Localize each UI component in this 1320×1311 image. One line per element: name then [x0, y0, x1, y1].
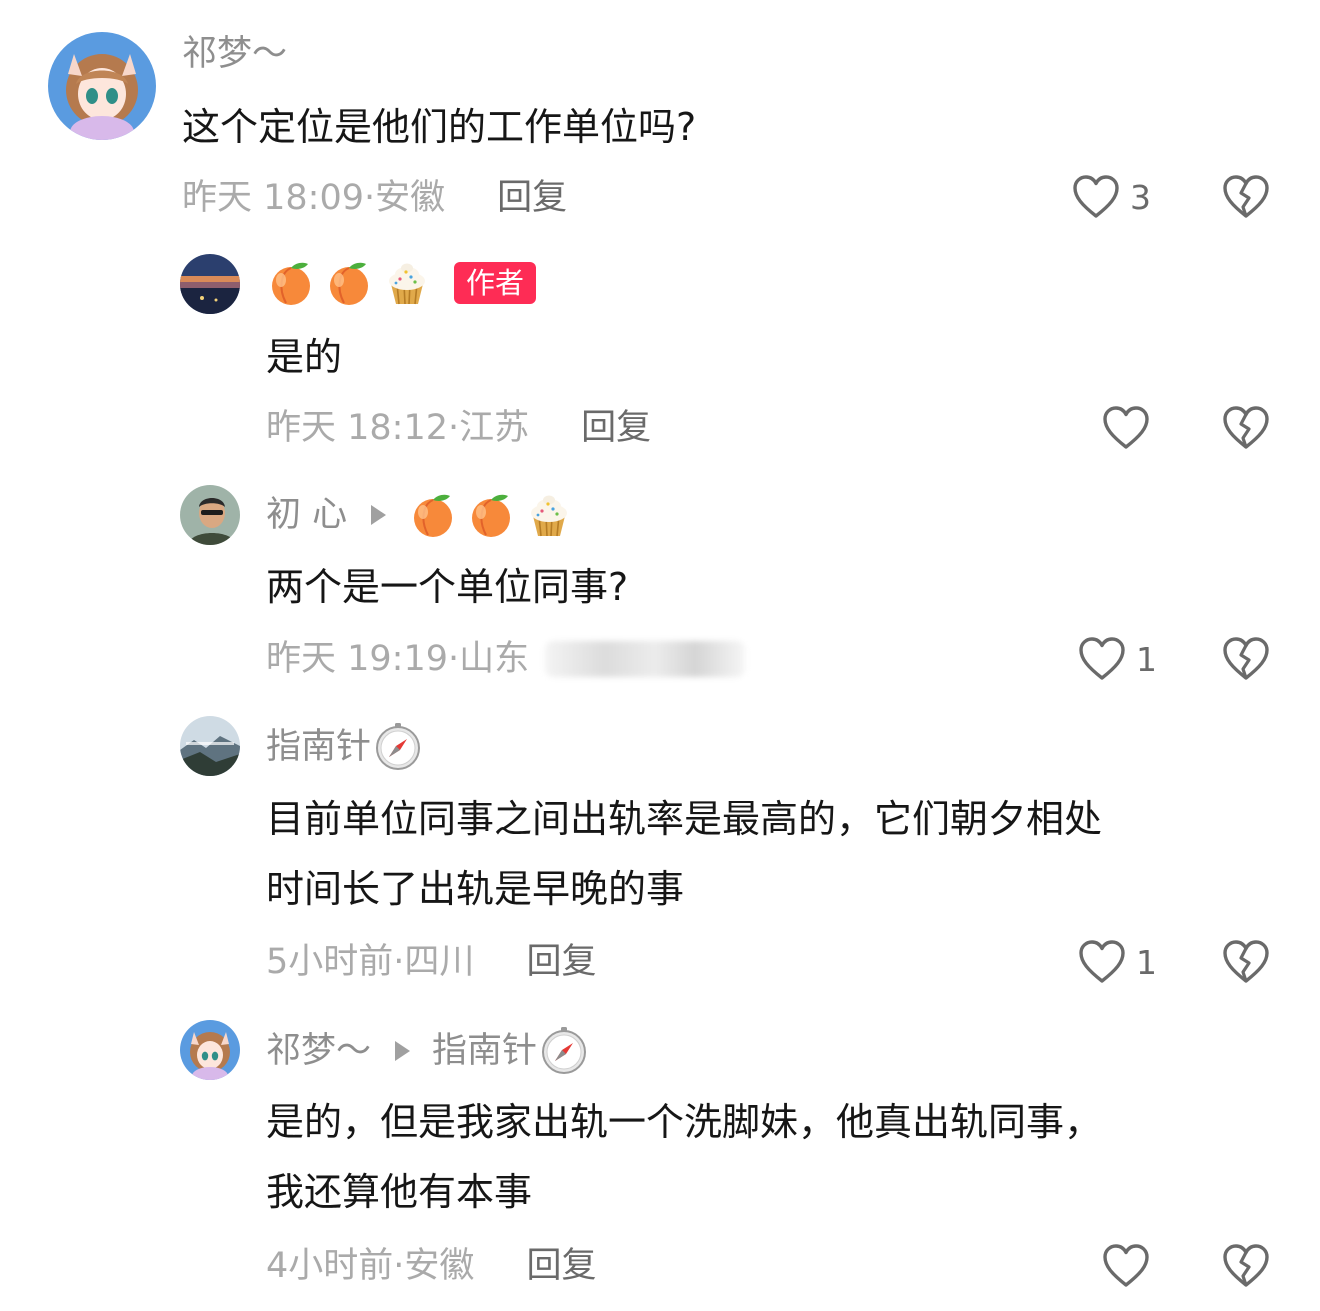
heart-outline-icon [1078, 636, 1126, 682]
meta-separator: · [448, 639, 460, 679]
dislike-button[interactable] [1222, 939, 1270, 985]
comment-text-line: 目前单位同事之间出轨率是最高的，它们朝夕相处 [266, 797, 1103, 841]
location: 安徽 [375, 178, 446, 218]
sunset-landscape-avatar-icon [180, 254, 240, 314]
reply-button[interactable]: 回复 [526, 1244, 596, 1288]
meta-separator: · [393, 942, 405, 982]
comment-meta: 4小时前 · 安徽 回复 [266, 1244, 596, 1288]
timestamp: 昨天 18:09 [182, 178, 364, 218]
comment-text: 是的，但是我家出轨一个洗脚妹，他真出轨同事， 我还算他有本事 [266, 1087, 1102, 1227]
dislike-button[interactable] [1222, 1243, 1270, 1289]
meta-separator: · [364, 178, 376, 218]
blurred-reply-area [545, 641, 746, 677]
heart-outline-icon [1102, 1243, 1150, 1289]
comment-header: 作者 [266, 258, 537, 308]
comment-text: 是的 [266, 322, 342, 392]
heart-outline-icon [1102, 405, 1150, 451]
avatar[interactable] [180, 716, 240, 776]
dislike-button[interactable] [1222, 636, 1270, 682]
like-count: 1 [1136, 942, 1157, 982]
comment-meta: 昨天 18:09 · 安徽 回复 [182, 176, 567, 220]
comment-text: 两个是一个单位同事? [266, 552, 628, 622]
like-button[interactable]: 1 [1078, 939, 1157, 985]
comment-header: 指南针 [266, 722, 431, 772]
comment-text-line: 是的，但是我家出轨一个洗脚妹，他真出轨同事， [266, 1100, 1103, 1144]
reply-to-username[interactable]: 指南针 [432, 1029, 537, 1073]
like-button[interactable] [1102, 405, 1150, 451]
dislike-button[interactable] [1222, 174, 1270, 220]
comment-meta: 昨天 19:19 · 山东 [266, 637, 746, 681]
meta-separator: · [393, 1246, 405, 1286]
anime-girl-avatar-icon [48, 32, 156, 140]
avatar[interactable] [180, 1020, 240, 1080]
comment-text: 目前单位同事之间出轨率是最高的，它们朝夕相处 时间长了出轨是早晚的事 [266, 784, 1102, 924]
mountain-avatar-icon [180, 716, 240, 776]
comment-text-line: 我还算他有本事 [266, 1170, 533, 1214]
cupcake-emoji[interactable] [524, 490, 574, 540]
timestamp: 昨天 19:19 [266, 639, 448, 679]
location: 江苏 [459, 408, 530, 448]
location: 四川 [404, 942, 475, 982]
meta-separator: · [448, 408, 460, 448]
like-button[interactable]: 1 [1078, 636, 1157, 682]
like-count: 3 [1130, 177, 1151, 217]
location: 山东 [459, 639, 530, 679]
comment-header: 祁梦～ [182, 32, 287, 76]
avatar[interactable] [48, 32, 156, 140]
dislike-button[interactable] [1222, 405, 1270, 451]
reply-button[interactable]: 回复 [497, 176, 567, 220]
comment-text-line: 是的 [266, 335, 343, 379]
comment-header: 祁梦～ 指南针 [266, 1026, 597, 1076]
broken-heart-icon [1222, 1243, 1270, 1289]
broken-heart-icon [1222, 174, 1270, 220]
location: 安徽 [404, 1246, 475, 1286]
like-button[interactable]: 3 [1072, 174, 1151, 220]
username[interactable]: 祁梦～ [266, 1029, 371, 1073]
peach-emoji[interactable] [408, 490, 458, 540]
timestamp: 昨天 18:12 [266, 408, 448, 448]
comment-header: 初 心 [266, 490, 582, 540]
broken-heart-icon [1222, 636, 1270, 682]
play-arrow-icon [371, 505, 387, 525]
compass-icon [539, 1026, 589, 1076]
peach-emoji [266, 258, 316, 308]
reply-button[interactable]: 回复 [581, 406, 651, 450]
like-button[interactable] [1102, 1243, 1150, 1289]
peach-emoji [324, 258, 374, 308]
heart-outline-icon [1078, 939, 1126, 985]
avatar[interactable] [180, 254, 240, 314]
username[interactable]: 祁梦～ [182, 32, 287, 76]
heart-outline-icon [1072, 174, 1120, 220]
timestamp: 4小时前 [266, 1246, 394, 1286]
comment-text: 这个定位是他们的工作单位吗? [182, 92, 696, 162]
peach-emoji[interactable] [466, 490, 516, 540]
cupcake-emoji [382, 258, 432, 308]
comment-text-line: 这个定位是他们的工作单位吗? [182, 105, 697, 149]
username[interactable]: 初 心 [266, 493, 347, 537]
compass-icon [373, 722, 423, 772]
reply-button[interactable]: 回复 [526, 940, 596, 984]
play-arrow-icon [395, 1041, 411, 1061]
timestamp: 5小时前 [266, 942, 394, 982]
man-with-sunglasses-avatar-icon [180, 485, 240, 545]
comment-meta: 5小时前 · 四川 回复 [266, 940, 596, 984]
comment-meta: 昨天 18:12 · 江苏 回复 [266, 406, 651, 450]
author-badge: 作者 [454, 262, 537, 304]
comment-text-line: 时间长了出轨是早晚的事 [266, 867, 685, 911]
username[interactable]: 指南针 [266, 725, 371, 769]
broken-heart-icon [1222, 405, 1270, 451]
anime-girl-avatar-icon [180, 1020, 240, 1080]
comment-text-line: 两个是一个单位同事? [266, 565, 629, 609]
avatar[interactable] [180, 485, 240, 545]
broken-heart-icon [1222, 939, 1270, 985]
like-count: 1 [1136, 639, 1157, 679]
